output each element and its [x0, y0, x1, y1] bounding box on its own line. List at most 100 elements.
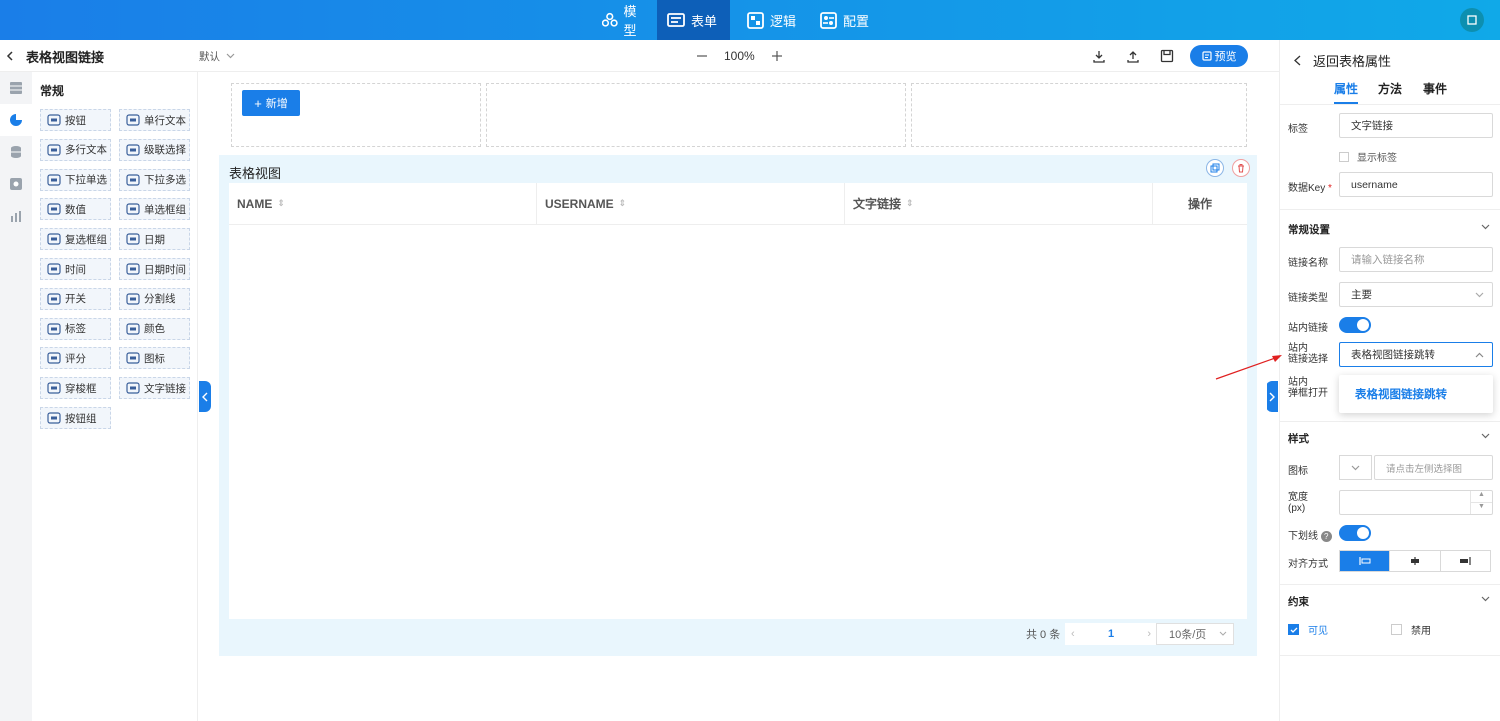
rail-components[interactable] [0, 104, 32, 136]
palette-item[interactable]: 复选框组 [40, 228, 111, 251]
page-number[interactable]: 1 [1108, 628, 1114, 640]
divider [1280, 421, 1500, 422]
sort-icon[interactable]: ⇕ [906, 198, 914, 209]
palette-item[interactable]: 下拉单选 [40, 168, 111, 191]
page-size-select[interactable]: 10条/页 [1156, 623, 1234, 645]
next-page-icon[interactable]: › [1147, 628, 1151, 640]
palette-item[interactable]: 穿梭框 [40, 377, 111, 400]
palette-item[interactable]: 数值 [40, 198, 111, 221]
internal-link-select[interactable]: 表格视图链接跳转 [1339, 342, 1493, 367]
rail-layout[interactable] [0, 72, 32, 104]
palette-item[interactable]: 图标 [119, 347, 190, 370]
palette-item[interactable]: 文字链接 [119, 377, 190, 400]
preview-button[interactable]: 预览 [1190, 45, 1248, 67]
help-icon[interactable]: ? [1320, 531, 1332, 542]
column-header-username[interactable]: USERNAME ⇕ [537, 183, 845, 225]
align-left-icon [1359, 557, 1371, 565]
scheme-select[interactable]: 默认 [199, 40, 235, 72]
chevron-down-icon[interactable] [1481, 224, 1490, 230]
download-button[interactable] [1092, 40, 1106, 72]
tab-methods[interactable]: 方法 [1378, 80, 1402, 104]
divider [1280, 584, 1500, 585]
zoom-in-button[interactable] [771, 40, 783, 72]
visible-checkbox[interactable]: 可见 [1288, 622, 1328, 637]
grid-cell[interactable]: + 新增 [231, 83, 481, 147]
chevron-down-icon[interactable] [1481, 433, 1490, 439]
tab-events[interactable]: 事件 [1423, 80, 1447, 104]
table-title: 表格视图 [229, 166, 282, 181]
data-key-input[interactable]: username [1339, 172, 1493, 197]
nav-logic[interactable]: 逻辑 [737, 0, 807, 40]
palette-item[interactable]: 级联选择 [119, 138, 190, 161]
nav-form[interactable]: 表单 [657, 0, 730, 40]
palette-item[interactable]: 单选框组 [119, 198, 190, 221]
sort-icon[interactable]: ⇕ [277, 198, 285, 209]
checkbox-checked-icon[interactable] [1288, 624, 1299, 635]
grid-cell[interactable] [911, 83, 1247, 147]
palette-item[interactable]: 单行文本 [119, 109, 190, 131]
save-button[interactable] [1160, 40, 1174, 72]
palette-item[interactable]: 日期 [119, 228, 190, 251]
label-input[interactable]: 文字链接 [1339, 113, 1493, 138]
rail-settings[interactable] [0, 168, 32, 200]
internal-link-option[interactable]: 表格视图链接跳转 [1339, 375, 1493, 413]
link-name-input[interactable]: 请输入链接名称 [1339, 247, 1493, 272]
palette-item[interactable]: 评分 [40, 347, 111, 370]
sort-icon[interactable]: ⇕ [619, 198, 627, 209]
step-down-icon[interactable]: ▼ [1471, 503, 1492, 514]
icon-picker-dropdown[interactable] [1339, 455, 1372, 480]
show-label-checkbox[interactable]: 显示标签 [1339, 149, 1397, 164]
button-icon [47, 114, 61, 126]
nav-config[interactable]: 配置 [810, 0, 880, 40]
palette-item[interactable]: 分割线 [119, 287, 190, 310]
rail-charts[interactable] [0, 200, 32, 232]
window-square-button[interactable] [1460, 8, 1484, 32]
palette-item[interactable]: 多行文本 [40, 138, 111, 161]
icon-input[interactable]: 请点击左侧选择图 [1374, 455, 1493, 480]
align-center-button[interactable] [1389, 551, 1439, 571]
palette-item[interactable]: 开关 [40, 287, 111, 310]
palette-item[interactable]: 下拉多选 [119, 168, 190, 191]
scheme-label: 默认 [199, 50, 220, 63]
width-stepper[interactable]: ▲ ▼ [1470, 491, 1492, 514]
align-left-button[interactable] [1340, 551, 1390, 571]
width-number-input[interactable]: ▲ ▼ [1339, 490, 1493, 515]
prev-page-icon[interactable]: ‹ [1071, 628, 1075, 640]
palette-item-label: 图标 [144, 352, 165, 365]
back-to-table-props[interactable]: 返回表格属性 [1294, 51, 1391, 70]
rail-data[interactable] [0, 136, 32, 168]
underline-toggle[interactable] [1339, 525, 1371, 541]
layout-icon [10, 82, 22, 94]
add-button[interactable]: + 新增 [242, 90, 300, 116]
delete-block-button[interactable] [1232, 159, 1250, 177]
palette-item[interactable]: 颜色 [119, 317, 190, 340]
palette-item[interactable]: 标签 [40, 317, 111, 340]
column-header-actions: 操作 [1153, 183, 1247, 225]
copy-block-button[interactable] [1206, 159, 1224, 177]
grid-cell[interactable] [486, 83, 906, 147]
palette-item[interactable]: 按钮 [40, 109, 111, 131]
column-header-text-link[interactable]: 文字链接 ⇕ [845, 183, 1153, 225]
link-type-select[interactable]: 主要 [1339, 282, 1493, 307]
zoom-out-button[interactable] [696, 40, 708, 72]
icon-label: 图标 [1288, 466, 1308, 477]
checkbox-box[interactable] [1339, 151, 1349, 162]
palette-item[interactable]: 按钮组 [40, 407, 111, 429]
internal-link-toggle[interactable] [1339, 317, 1371, 333]
step-up-icon[interactable]: ▲ [1471, 491, 1492, 503]
disabled-checkbox[interactable]: 禁用 [1391, 622, 1431, 637]
palette-item[interactable]: 时间 [40, 258, 111, 280]
back-button[interactable] [6, 40, 14, 72]
table-view-block[interactable]: 表格视图 NAME ⇕ USERNAME ⇕ 文字链接 ⇕ 操作 共 0 条 ‹ 1 … [219, 155, 1257, 656]
align-right-button[interactable] [1439, 551, 1490, 571]
checkbox-box[interactable] [1391, 624, 1402, 635]
collapse-left-button[interactable] [199, 381, 211, 412]
chevron-down-icon[interactable] [1481, 596, 1490, 602]
column-header-name[interactable]: NAME ⇕ [229, 183, 537, 225]
palette-item[interactable]: 日期时间 [119, 258, 190, 280]
column-label: USERNAME [545, 196, 614, 211]
tab-properties[interactable]: 属性 [1334, 80, 1359, 104]
upload-button[interactable] [1126, 40, 1140, 72]
nav-model[interactable]: 模型 [592, 0, 656, 40]
collapse-right-button[interactable] [1266, 381, 1278, 412]
